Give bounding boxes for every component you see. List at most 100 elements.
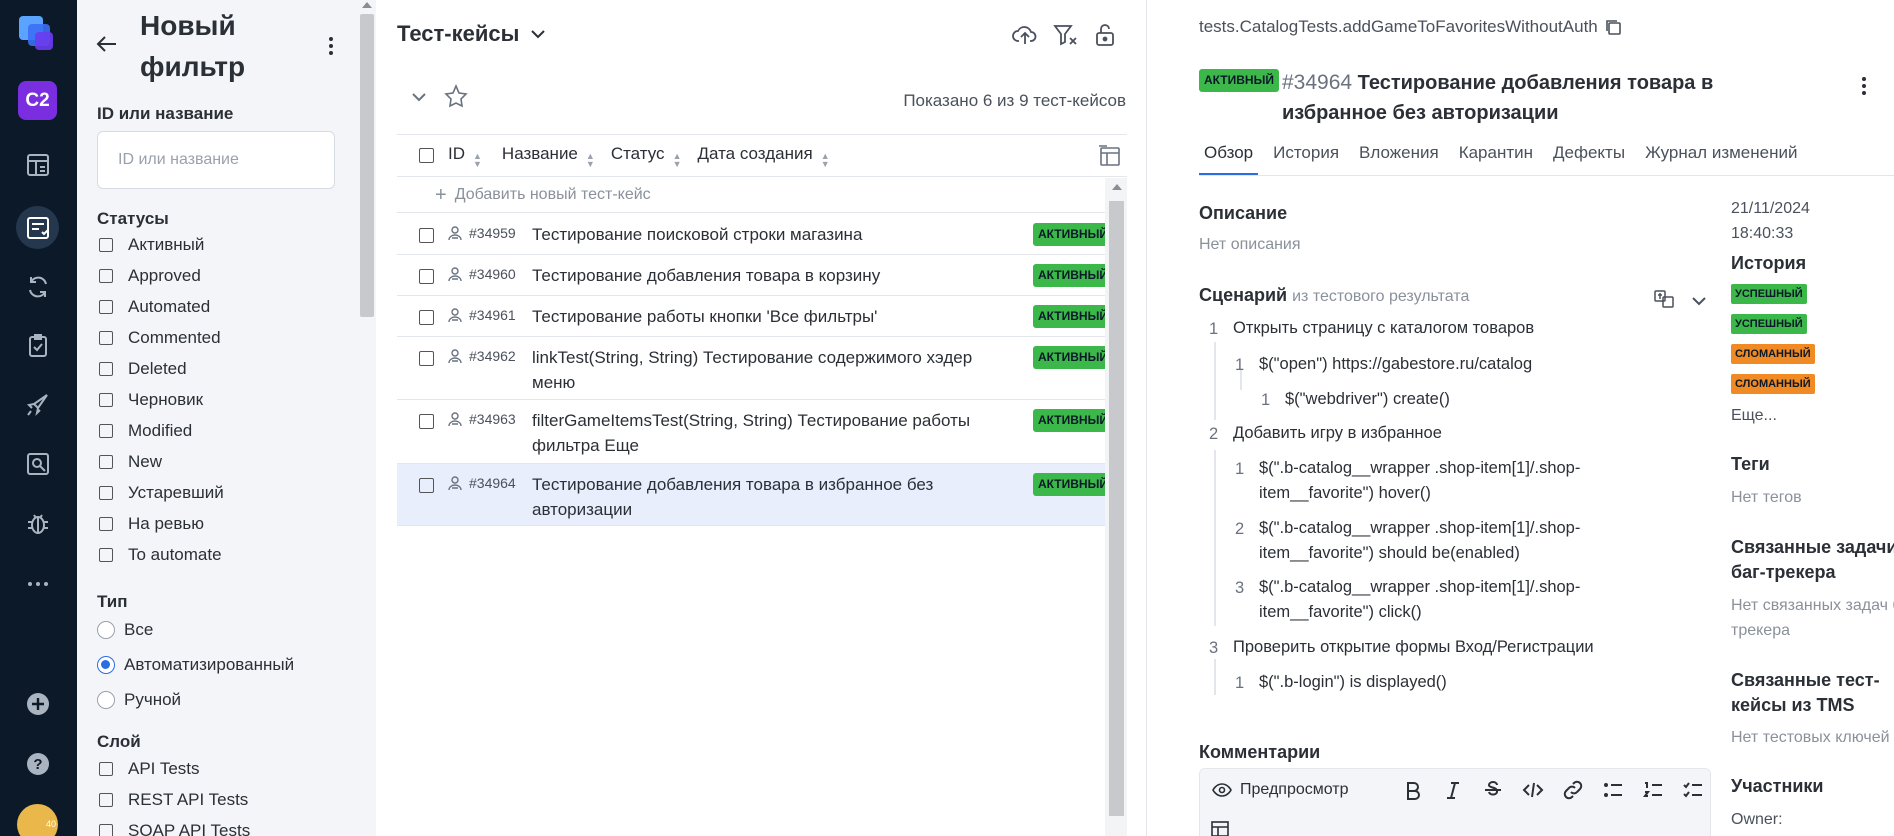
column-id[interactable]: ID ▲ ▼ bbox=[448, 144, 482, 169]
column-settings-icon[interactable] bbox=[1097, 143, 1123, 169]
id-filter-input[interactable] bbox=[97, 131, 335, 189]
app-logo-icon[interactable] bbox=[17, 12, 57, 56]
radio-button[interactable] bbox=[97, 656, 115, 674]
add-test-case-button[interactable]: + Добавить новый тест-кейс bbox=[397, 178, 1105, 213]
jobs-icon[interactable] bbox=[16, 383, 59, 426]
bold-icon[interactable] bbox=[1402, 779, 1424, 801]
column-name[interactable]: Название ▲ ▼ bbox=[502, 144, 595, 169]
italic-icon[interactable] bbox=[1442, 779, 1464, 801]
table-row[interactable]: #34959 Тестирование поисковой строки мага… bbox=[397, 214, 1113, 255]
checkbox[interactable] bbox=[99, 486, 113, 500]
table-row[interactable]: #34963 filterGameItemsTest(String, String… bbox=[397, 400, 1113, 464]
checkbox[interactable] bbox=[99, 455, 113, 469]
status-checkbox-item[interactable]: Черновик bbox=[99, 390, 203, 410]
column-created[interactable]: Дата создания ▲ ▼ bbox=[697, 144, 829, 169]
user-avatar[interactable]: 40 bbox=[17, 804, 58, 836]
status-checkbox-item[interactable]: Approved bbox=[99, 266, 201, 286]
type-radio-item[interactable]: Ручной bbox=[97, 690, 181, 710]
type-radio-item[interactable]: Автоматизированный bbox=[97, 655, 294, 675]
table-insert-icon[interactable] bbox=[1210, 819, 1230, 836]
status-checkbox-item[interactable]: Commented bbox=[99, 328, 221, 348]
link-icon[interactable] bbox=[1562, 779, 1584, 801]
table-row[interactable]: #34964 Тестирование добавления товара в и… bbox=[397, 464, 1113, 526]
code-icon[interactable] bbox=[1522, 779, 1544, 801]
history-entry[interactable]: УСПЕШНЫЙ24 bbox=[1731, 284, 1807, 304]
checkbox[interactable] bbox=[99, 424, 113, 438]
scenario-chevron-icon[interactable] bbox=[1690, 292, 1708, 310]
checkbox[interactable] bbox=[99, 393, 113, 407]
copy-icon[interactable] bbox=[1604, 18, 1622, 36]
layer-checkbox-item[interactable]: REST API Tests bbox=[99, 790, 248, 810]
checkbox[interactable] bbox=[99, 517, 113, 531]
history-entry[interactable]: СЛОМАННЫЙ21 bbox=[1731, 344, 1815, 364]
upload-icon[interactable] bbox=[1012, 22, 1038, 48]
unlock-icon[interactable] bbox=[1092, 22, 1118, 48]
row-checkbox[interactable] bbox=[419, 351, 434, 366]
row-checkbox[interactable] bbox=[419, 478, 434, 493]
checkbox[interactable] bbox=[99, 762, 113, 776]
row-checkbox[interactable] bbox=[419, 269, 434, 284]
add-icon[interactable] bbox=[16, 682, 59, 725]
checkbox[interactable] bbox=[99, 331, 113, 345]
checkbox[interactable] bbox=[99, 793, 113, 807]
tab-5[interactable]: Журнал изменений bbox=[1640, 143, 1802, 175]
test-cases-icon[interactable] bbox=[16, 206, 59, 249]
table-row[interactable]: #34960 Тестирование добавления товара в к… bbox=[397, 255, 1113, 296]
row-checkbox[interactable] bbox=[419, 228, 434, 243]
history-entry[interactable]: СЛОМАННЫЙ21 bbox=[1731, 374, 1815, 394]
numbered-list-icon[interactable] bbox=[1642, 779, 1664, 801]
launches-icon[interactable] bbox=[16, 265, 59, 308]
filter-icon[interactable] bbox=[1052, 22, 1078, 48]
checkbox[interactable] bbox=[99, 824, 113, 836]
layer-checkbox-item[interactable]: API Tests bbox=[99, 759, 200, 779]
row-checkbox[interactable] bbox=[419, 310, 434, 325]
select-all-checkbox[interactable] bbox=[419, 148, 434, 163]
status-checkbox-item[interactable]: Активный bbox=[99, 235, 204, 255]
status-checkbox-item[interactable]: New bbox=[99, 452, 162, 472]
dashboard-icon[interactable] bbox=[16, 143, 59, 186]
layer-checkbox-item[interactable]: SOAP API Tests bbox=[99, 821, 250, 836]
list-title-dropdown[interactable]: Тест-кейсы bbox=[397, 21, 547, 47]
translate-icon[interactable] bbox=[1653, 288, 1675, 310]
status-checkbox-item[interactable]: Modified bbox=[99, 421, 192, 441]
radio-button[interactable] bbox=[97, 621, 115, 639]
history-entry[interactable]: УСПЕШНЫЙ21 bbox=[1731, 314, 1807, 334]
table-row[interactable]: #34961 Тестирование работы кнопки 'Все фи… bbox=[397, 296, 1113, 337]
tab-2[interactable]: Вложения bbox=[1354, 143, 1444, 175]
checkbox[interactable] bbox=[99, 238, 113, 252]
defects-icon[interactable] bbox=[16, 501, 59, 544]
column-status[interactable]: Статус ▲ ▼ bbox=[611, 144, 682, 169]
analytics-icon[interactable] bbox=[16, 442, 59, 485]
favorite-star-icon[interactable] bbox=[444, 84, 468, 108]
tab-4[interactable]: Дефекты bbox=[1548, 143, 1630, 175]
status-checkbox-item[interactable]: На ревью bbox=[99, 514, 204, 534]
table-row[interactable]: #34962 linkTest(String, String) Тестирова… bbox=[397, 337, 1113, 400]
status-checkbox-item[interactable]: Automated bbox=[99, 297, 210, 317]
checkbox[interactable] bbox=[99, 300, 113, 314]
tab-0[interactable]: Обзор bbox=[1199, 143, 1259, 175]
radio-button[interactable] bbox=[97, 691, 115, 709]
list-scrollbar[interactable] bbox=[1105, 178, 1127, 836]
kebab-menu-icon[interactable] bbox=[321, 34, 341, 58]
bullet-list-icon[interactable] bbox=[1602, 779, 1624, 801]
status-checkbox-item[interactable]: Устаревший bbox=[99, 483, 224, 503]
tab-3[interactable]: Карантин bbox=[1454, 143, 1538, 175]
back-arrow-icon[interactable] bbox=[95, 32, 119, 56]
comment-editor[interactable]: Предпросмотр bbox=[1199, 768, 1711, 836]
detail-kebab-icon[interactable] bbox=[1854, 74, 1874, 98]
status-checkbox-item[interactable]: To automate bbox=[99, 545, 222, 565]
test-plans-icon[interactable] bbox=[16, 324, 59, 367]
checkbox[interactable] bbox=[99, 362, 113, 376]
checkbox[interactable] bbox=[99, 548, 113, 562]
filter-scrollbar[interactable] bbox=[358, 0, 376, 836]
type-radio-item[interactable]: Все bbox=[97, 620, 153, 640]
more-icon[interactable] bbox=[16, 562, 59, 605]
help-icon[interactable]: ? bbox=[16, 742, 59, 785]
collapse-chevron-icon[interactable] bbox=[409, 87, 429, 107]
project-avatar[interactable]: C2 bbox=[18, 81, 57, 120]
tab-1[interactable]: История bbox=[1268, 143, 1344, 175]
history-more-link[interactable]: Еще... bbox=[1731, 403, 1777, 428]
status-checkbox-item[interactable]: Deleted bbox=[99, 359, 187, 379]
strikethrough-icon[interactable] bbox=[1482, 779, 1504, 801]
checklist-icon[interactable] bbox=[1682, 779, 1704, 801]
